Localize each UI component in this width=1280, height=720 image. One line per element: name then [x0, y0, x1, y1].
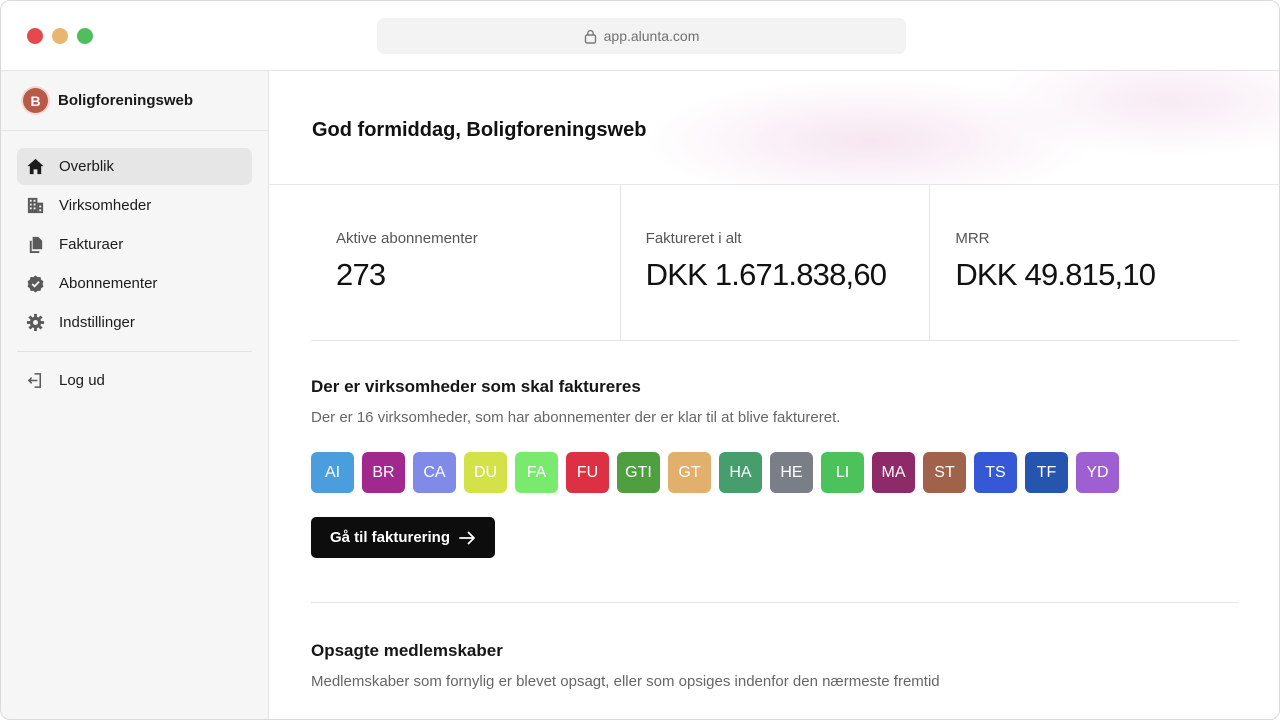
sidebar-item-abonnementer[interactable]: Abonnementer — [17, 265, 252, 302]
building-icon — [26, 196, 45, 215]
company-badge[interactable]: MA — [872, 452, 915, 493]
app-window: app.alunta.com B Boligforeningsweb Overb… — [0, 0, 1280, 720]
sidebar-divider — [17, 351, 252, 352]
company-badge[interactable]: CA — [413, 452, 456, 493]
company-badge[interactable]: BR — [362, 452, 405, 493]
company-badge[interactable]: FA — [515, 452, 558, 493]
company-badge[interactable]: DU — [464, 452, 507, 493]
company-badge[interactable]: ST — [923, 452, 966, 493]
billing-section: Der er virksomheder som skal faktureres … — [311, 341, 1239, 603]
logout-button[interactable]: Log ud — [17, 362, 252, 399]
company-badge[interactable]: LI — [821, 452, 864, 493]
cancelled-title: Opsagte medlemskaber — [311, 641, 503, 660]
stat-mrr: MRR DKK 49.815,10 — [930, 185, 1239, 340]
sidebar-item-label: Overblik — [59, 158, 115, 175]
sidebar-item-label: Abonnementer — [59, 275, 158, 292]
url-text: app.alunta.com — [603, 28, 700, 44]
stat-label: MRR — [955, 230, 990, 247]
stat-total-invoiced: Faktureret i alt DKK 1.671.838,60 — [621, 185, 931, 340]
stat-active-subscriptions: Aktive abonnementer 273 — [311, 185, 621, 340]
arrow-right-icon — [459, 531, 475, 544]
org-name: Boligforeningsweb — [58, 92, 193, 109]
company-badge[interactable]: GT — [668, 452, 711, 493]
sidebar-item-virksomheder[interactable]: Virksomheder — [17, 187, 252, 224]
cancelled-section: Opsagte medlemskaber Medlemskaber som fo… — [311, 603, 1239, 690]
maximize-window-button[interactable] — [77, 28, 93, 44]
main-content: God formiddag, Boligforeningsweb Aktive … — [269, 71, 1279, 719]
company-badge[interactable]: GTI — [617, 452, 660, 493]
company-badge[interactable]: FU — [566, 452, 609, 493]
company-badge[interactable]: AI — [311, 452, 354, 493]
browser-titlebar: app.alunta.com — [1, 1, 1279, 71]
sidebar-item-indstillinger[interactable]: Indstillinger — [17, 304, 252, 341]
address-bar[interactable]: app.alunta.com — [377, 18, 906, 54]
go-to-billing-label: Gå til fakturering — [329, 529, 451, 546]
window-controls — [27, 28, 93, 44]
billing-title: Der er virksomheder som skal faktureres — [311, 377, 641, 396]
company-badge[interactable]: HA — [719, 452, 762, 493]
sidebar-item-label: Indstillinger — [59, 314, 135, 331]
close-window-button[interactable] — [27, 28, 43, 44]
logout-label: Log ud — [59, 372, 105, 389]
sidebar-item-overblik[interactable]: Overblik — [17, 148, 252, 185]
company-badge[interactable]: TF — [1025, 452, 1068, 493]
lock-icon — [584, 29, 596, 44]
badge-check-icon — [26, 274, 45, 293]
page-title: God formiddag, Boligforeningsweb — [312, 119, 647, 141]
stat-label: Faktureret i alt — [645, 230, 742, 247]
home-icon — [26, 157, 45, 176]
page-header: God formiddag, Boligforeningsweb — [269, 71, 1279, 185]
stat-value: DKK 1.671.838,60 — [645, 257, 887, 292]
minimize-window-button[interactable] — [52, 28, 68, 44]
go-to-billing-button[interactable]: Gå til fakturering — [311, 517, 495, 558]
stats-row: Aktive abonnementer 273 Faktureret i alt… — [311, 185, 1239, 341]
stat-value: DKK 49.815,10 — [955, 257, 1156, 292]
sidebar-item-fakturaer[interactable]: Fakturaer — [17, 226, 252, 263]
org-avatar: B — [23, 88, 48, 113]
stat-label: Aktive abonnementer — [336, 230, 478, 247]
org-switcher[interactable]: B Boligforeningsweb — [1, 71, 268, 131]
cancelled-description: Medlemskaber som fornylig er blevet opsa… — [311, 673, 940, 690]
gear-icon — [26, 313, 45, 332]
sidebar: B Boligforeningsweb Overblik Virksomhede… — [1, 71, 269, 719]
sidebar-nav: Overblik Virksomheder Fakturaer Abonneme… — [1, 131, 268, 399]
sidebar-item-label: Virksomheder — [59, 197, 152, 214]
documents-icon — [26, 235, 45, 254]
company-badge[interactable]: YD — [1076, 452, 1119, 493]
company-badges: AI BR CA DU FA FU GTI GT HA HE LI MA ST TS TF YD — [311, 452, 1239, 493]
company-badge[interactable]: HE — [770, 452, 813, 493]
company-badge[interactable]: TS — [974, 452, 1017, 493]
billing-description: Der er 16 virksomheder, som har abonneme… — [311, 409, 841, 426]
stat-value: 273 — [336, 257, 386, 292]
logout-icon — [26, 371, 45, 390]
sidebar-item-label: Fakturaer — [59, 236, 124, 253]
